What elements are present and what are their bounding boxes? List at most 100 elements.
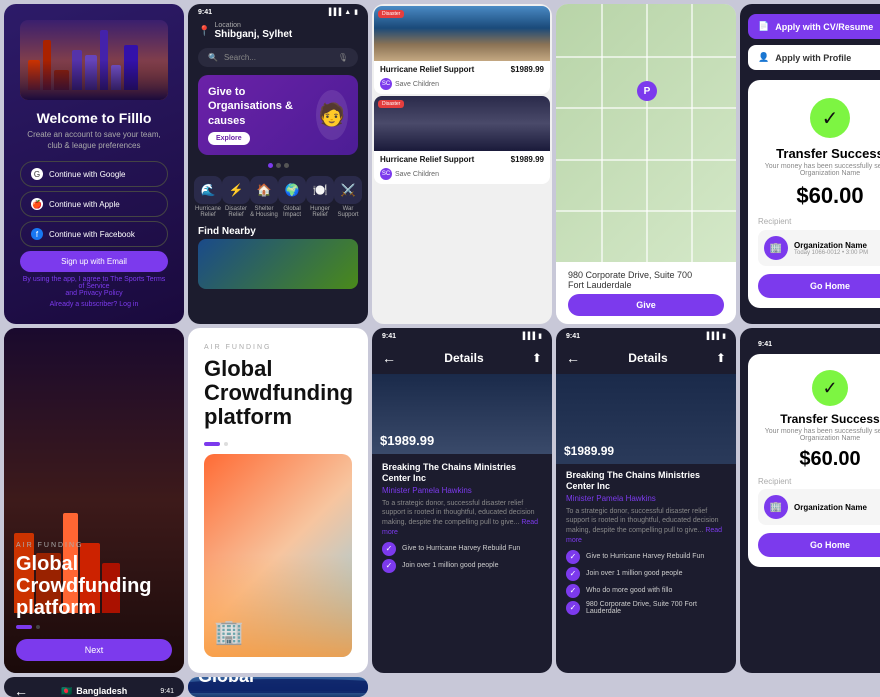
apple-btn-label: Continue with Apple	[49, 200, 120, 209]
apple-auth-button[interactable]: 🍎 Continue with Apple	[20, 191, 168, 217]
transfer-title: Transfer Success	[758, 146, 880, 161]
dot-2	[276, 163, 281, 168]
dot-gray	[224, 442, 228, 446]
share-button-details[interactable]: ⬆	[532, 351, 542, 365]
recipient-name-bottom: Organization Name	[794, 503, 867, 512]
wifi-icon: ▲	[344, 9, 351, 16]
location-screen: 9:41 ▐▐▐ ▲ ▮ 📍 Location Shibganj, Sylhet…	[188, 4, 368, 324]
search-bar[interactable]: 🔍 Search... 🎙	[198, 48, 358, 67]
app-title: Welcome to Filllo	[37, 110, 152, 126]
recipient-box: 🏢 Organization Name Today 1066-0012 • 3:…	[758, 230, 880, 266]
details-screen-title: Details	[444, 351, 483, 365]
back-button-details2[interactable]: ←	[566, 350, 580, 366]
category-shelter[interactable]: 🏠 Shelter& Housing	[250, 176, 278, 218]
map-road-v2	[646, 4, 648, 262]
checklist2-item-2: ✓ Join over 1 million good people	[566, 567, 726, 581]
time-details2: 9:41	[566, 333, 580, 340]
give-button[interactable]: Give	[568, 294, 724, 316]
details-price: $1989.99	[380, 433, 434, 448]
recipient-time: Today 1066-0012 • 3:00 PM	[794, 250, 868, 256]
crowdfunding-wave-screen: AIR FUNDING Global	[188, 677, 368, 697]
analytics-back-button[interactable]: ←	[14, 683, 28, 697]
check-text-2: Join over 1 million good people	[402, 562, 499, 569]
fb-btn-label: Continue with Facebook	[49, 230, 135, 239]
building-scene	[4, 328, 184, 673]
relief-org-1: SC Save Children	[374, 78, 550, 94]
next-button[interactable]: Next	[16, 639, 172, 661]
login-link[interactable]: Log in	[119, 301, 138, 308]
check2-3: ✓	[566, 584, 580, 598]
shelter-icon: 🏠	[250, 176, 278, 204]
category-hunger[interactable]: 🍽️ HungerRelief	[306, 176, 334, 218]
checklist-item-2: ✓ Join over 1 million good people	[382, 559, 542, 573]
category-disaster[interactable]: ⚡ DisasterRelief	[222, 176, 250, 218]
analytics-time: 9:41	[160, 688, 174, 695]
battery-icon: ▮	[354, 8, 358, 16]
analytics-nav: ← 🇧🇩 Bangladesh 9:41	[4, 677, 184, 697]
search-placeholder: Search...	[224, 53, 256, 62]
nearby-map[interactable]	[198, 239, 358, 289]
details-dark2-screen: 9:41 ▐▐▐ ▮ ← Details ⬆ $1989.99 Breaking…	[556, 328, 736, 673]
relief-image-1: Disaster	[374, 6, 550, 61]
signal-details2: ▐▐▐	[704, 333, 719, 340]
status-bar-details2: ▐▐▐ ▮	[704, 332, 726, 340]
details-minister: Minister Pamela Hawkins	[382, 486, 542, 495]
search-icon: 🔍	[208, 53, 218, 62]
google-auth-button[interactable]: G Continue with Google	[20, 161, 168, 187]
privacy-link[interactable]: Privacy Policy	[79, 290, 123, 297]
relief-org-2: SC Save Children	[374, 168, 550, 184]
details-nav2: ← Details ⬆	[556, 342, 736, 374]
recipient-avatar-bottom: 🏢	[764, 495, 788, 519]
recipient-box-bottom: 🏢 Organization Name	[758, 489, 880, 525]
map-grid: P	[556, 4, 736, 262]
apply-cv-button[interactable]: 📄 Apply with CV/Resume	[748, 14, 880, 39]
dot-inactive	[36, 625, 40, 629]
email-btn-label: Sign up with Email	[61, 257, 127, 266]
checklist-item-1: ✓ Give to Hurricane Harvey Rebuild Fun	[382, 542, 542, 556]
city-illustration	[20, 20, 168, 100]
air-funding-label: AIR FUNDING	[16, 542, 172, 549]
facebook-icon: f	[31, 228, 43, 240]
details2-body: Breaking The Chains Ministries Center In…	[556, 464, 736, 673]
map-area[interactable]: P	[556, 4, 736, 262]
email-signup-button[interactable]: Sign up with Email	[20, 251, 168, 272]
check-2: ✓	[382, 559, 396, 573]
go-home-button-bottom[interactable]: Go Home	[758, 533, 880, 557]
transfer-subtitle: Your money has been successfully sent to…	[758, 163, 880, 177]
category-global[interactable]: 🌍 GlobalImpact	[278, 176, 306, 218]
category-war[interactable]: ⚔️ WarSupport	[334, 176, 362, 218]
dot-1	[268, 163, 273, 168]
details2-org: Breaking The Chains Ministries Center In…	[566, 470, 726, 492]
category-hurricane[interactable]: 🌊 HurricaneRelief	[194, 176, 222, 218]
time-transfer: 9:41	[758, 341, 772, 348]
recipient-name: Organization Name	[794, 241, 868, 250]
hurricane-icon: 🌊	[194, 176, 222, 204]
org-name-2: Save Children	[395, 171, 439, 178]
details2-minister: Minister Pamela Hawkins	[566, 494, 726, 503]
transfer-title-bottom: Transfer Success	[758, 412, 880, 426]
details2-hero: $1989.99	[556, 374, 736, 464]
dots-indicator	[16, 625, 172, 629]
location-name: Shibganj, Sylhet	[214, 29, 292, 40]
apply-profile-button[interactable]: 👤 Apply with Profile	[748, 45, 880, 70]
check2-4: ✓	[566, 601, 580, 615]
scene-background	[4, 328, 184, 673]
disaster-badge-2: Disaster	[378, 100, 404, 108]
phone-header-details2: 9:41 ▐▐▐ ▮	[556, 328, 736, 342]
recipient-label: Recipient	[758, 217, 880, 226]
details-nav-header: ← Details ⬆	[372, 342, 552, 374]
back-button-details[interactable]: ←	[382, 350, 396, 366]
crowdfunding-illustration: 🏢	[204, 454, 352, 657]
check-text-1: Give to Hurricane Harvey Rebuild Fun	[402, 545, 520, 552]
dot-purple	[204, 442, 220, 446]
share-button-details2[interactable]: ⬆	[716, 351, 726, 365]
facebook-auth-button[interactable]: f Continue with Facebook	[20, 221, 168, 247]
recipient-label-bottom: Recipient	[758, 477, 880, 486]
apple-icon: 🍎	[31, 198, 43, 210]
dot-3	[284, 163, 289, 168]
org-avatar-1: SC	[380, 78, 392, 90]
details-body: Breaking The Chains Ministries Center In…	[372, 454, 552, 673]
crowdfunding-title-light: Global Crowdfunding platform	[204, 357, 352, 430]
explore-button[interactable]: Explore	[208, 132, 250, 145]
go-home-button[interactable]: Go Home	[758, 274, 880, 298]
